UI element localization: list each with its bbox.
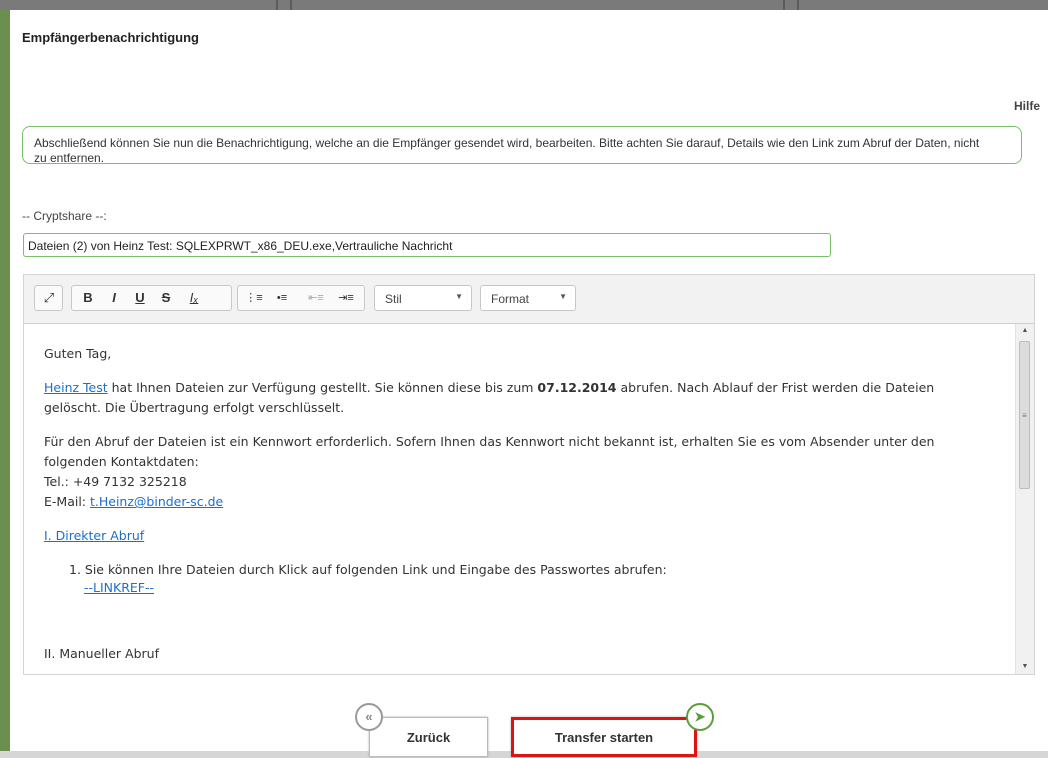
indent-icon[interactable]: ⇥≡	[334, 286, 358, 310]
maximize-icon[interactable]: ⤢	[37, 286, 61, 310]
paragraph-text: Für den Abruf der Dateien ist ein Kennwo…	[44, 434, 935, 469]
toolbar-group: ⋮≡ •≡ ⇤≡ ⇥≡	[237, 285, 365, 311]
back-button[interactable]: Zurück	[369, 717, 488, 757]
remove-format-icon[interactable]: Iₓ	[182, 286, 206, 310]
left-border	[0, 10, 10, 751]
editor-scrollbar[interactable]: ▲ ≡ ▼	[1015, 324, 1034, 674]
top-bar-separator	[290, 0, 292, 10]
format-dropdown[interactable]: Format ▼	[480, 285, 576, 311]
scroll-down-icon[interactable]: ▼	[1016, 660, 1034, 674]
paragraph-password: Für den Abruf der Dateien ist ein Kennwo…	[44, 432, 994, 512]
toolbar-group: ⤢	[34, 285, 63, 311]
underline-icon[interactable]: U	[128, 286, 152, 310]
editor-content[interactable]: Guten Tag, Heinz Test hat Ihnen Dateien …	[24, 324, 1016, 674]
format-dropdown-label: Format	[491, 292, 530, 306]
top-bar-separator	[783, 0, 785, 10]
expiry-date: 07.12.2014	[537, 380, 617, 395]
top-bar-separator	[276, 0, 278, 10]
top-bar	[0, 0, 1048, 10]
section-direct-link[interactable]: I. Direkter Abruf	[44, 528, 144, 543]
greeting-text: Guten Tag,	[44, 346, 112, 361]
paragraph-text: hat Ihnen Dateien zur Verfügung gestellt…	[107, 380, 538, 395]
list-item: 1. Sie können Ihre Dateien durch Klick a…	[69, 562, 667, 577]
next-arrow-icon[interactable]: ➤	[686, 703, 714, 731]
start-transfer-button[interactable]: Transfer starten	[511, 717, 697, 757]
outdent-icon[interactable]: ⇤≡	[304, 286, 328, 310]
editor-toolbar: ⤢ B I U S Iₓ ⋮≡ •≡ ⇤≡ ⇥≡ Stil ▼ Format ▼	[24, 275, 1034, 324]
section-manual: II. Manueller Abruf	[44, 646, 159, 661]
contact-tel: Tel.: +49 7132 325218	[44, 474, 187, 489]
top-bar-separator	[797, 0, 799, 10]
rich-text-editor: ⤢ B I U S Iₓ ⋮≡ •≡ ⇤≡ ⇥≡ Stil ▼ Format ▼…	[23, 274, 1035, 675]
info-box: Abschließend können Sie nun die Benachri…	[22, 126, 1022, 165]
style-dropdown-label: Stil	[385, 292, 402, 306]
sender-name-link[interactable]: Heinz Test	[44, 380, 108, 395]
linkref: --LINKREF--	[84, 580, 154, 595]
scroll-thumb[interactable]: ≡	[1019, 341, 1030, 489]
dialog-title: Empfängerbenachrichtigung	[22, 30, 199, 45]
strikethrough-icon[interactable]: S	[154, 286, 178, 310]
chevron-down-icon: ▼	[455, 292, 463, 301]
toolbar-group: B I U S Iₓ	[71, 285, 232, 311]
section-direct: I. Direkter Abruf	[44, 528, 144, 543]
chevron-down-icon: ▼	[559, 292, 567, 301]
italic-icon[interactable]: I	[102, 286, 126, 310]
subject-input[interactable]: Dateien (2) von Heinz Test: SQLEXPRWT_x8…	[23, 233, 831, 257]
style-dropdown[interactable]: Stil ▼	[374, 285, 472, 311]
subject-label: -- Cryptshare --:	[22, 209, 107, 223]
paragraph-availability: Heinz Test hat Ihnen Dateien zur Verfügu…	[44, 378, 994, 418]
email-link[interactable]: t.Heinz@binder-sc.de	[90, 494, 223, 509]
linkref-link[interactable]: --LINKREF--	[84, 580, 154, 595]
scroll-up-icon[interactable]: ▲	[1016, 324, 1034, 338]
help-link[interactable]: Hilfe	[1014, 99, 1040, 113]
back-arrow-icon[interactable]: «	[355, 703, 383, 731]
contact-email-line: E-Mail: t.Heinz@binder-sc.de	[44, 492, 994, 512]
info-text: Abschließend können Sie nun die Benachri…	[34, 136, 980, 165]
bold-icon[interactable]: B	[76, 286, 100, 310]
email-label: E-Mail:	[44, 494, 90, 509]
numbered-list-icon[interactable]: ⋮≡	[242, 286, 266, 310]
bulleted-list-icon[interactable]: •≡	[270, 286, 294, 310]
